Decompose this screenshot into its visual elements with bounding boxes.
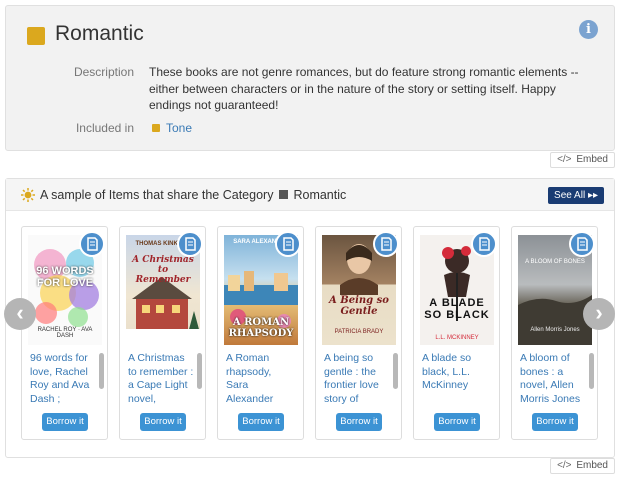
book-format-icon [569,231,595,257]
borrow-button[interactable]: Borrow it [336,413,382,431]
item-title[interactable]: A being so gentle : the frontier love st… [324,352,392,406]
item-title[interactable]: 96 words for love, Rachel Roy and Ava Da… [30,352,98,406]
item-title[interactable]: A Christmas to remember : a Cape Light n… [128,352,196,406]
code-icon: </> [557,460,572,471]
item-card[interactable]: THOMAS KINKADE A Christmas to Remember A… [119,226,206,440]
code-icon: </> [557,154,572,165]
scrollbar[interactable] [393,353,398,389]
category-panel: Romantic i Description These books are n… [5,5,615,151]
carousel-prev-button[interactable]: ‹ [4,298,36,330]
embed-label: Embed [576,460,608,471]
borrow-button[interactable]: Borrow it [140,413,186,431]
item-card[interactable]: A BLADE SO BLACK L.L. MCKINNEY A blade s… [413,226,500,440]
sample-header: A sample of Items that share the Categor… [6,179,614,211]
see-all-button[interactable]: See All ▸▸ [548,187,604,204]
item-card[interactable]: A BLOOM OF BONES Allen Morris Jones A bl… [511,226,598,440]
book-format-icon [79,231,105,257]
cover-title: A Being so Gentle [329,295,389,317]
sample-title-text: A sample of Items that share the Categor… [40,188,274,202]
cover-title: A ROMAN RHAPSODY [228,317,294,339]
scrollbar[interactable] [197,353,202,389]
info-icon[interactable]: i [579,20,598,39]
cover-title: A Christmas to Remember [132,255,194,285]
sample-category-name: Romantic [293,188,347,202]
scrollbar[interactable] [99,353,104,389]
category-square-icon [279,190,289,199]
book-format-icon [373,231,399,257]
cover-title: 96 WORDS FOR LOVE [36,265,94,289]
item-title[interactable]: A bloom of bones : a novel, Allen Morris… [520,352,588,406]
book-format-icon [471,231,497,257]
chevron-right-icon: › [595,300,603,325]
description-label: Description [73,65,134,79]
book-format-icon [177,231,203,257]
item-card[interactable]: A Being so Gentle PATRICIA BRADY A being… [315,226,402,440]
embed-button[interactable]: </> Embed [550,152,615,168]
chevron-left-icon: ‹ [16,300,24,325]
cover-author: RACHEL ROY · AVA DASH [37,327,93,339]
scrollbar[interactable] [589,353,594,389]
embed-button[interactable]: </> Embed [550,458,615,474]
category-color-swatch [27,27,45,45]
cover-author: Allen Morris Jones [530,327,580,333]
sample-title: A sample of Items that share the Categor… [40,188,346,202]
included-in-label: Included in [75,121,134,135]
embed-label: Embed [576,154,608,165]
book-format-icon [275,231,301,257]
carousel-next-button[interactable]: › [583,298,615,330]
cover-author: PATRICIA BRADY [334,329,384,335]
borrow-button[interactable]: Borrow it [532,413,578,431]
item-card[interactable]: SARA ALEXANDER A ROMAN RHAPSODY A Roman … [217,226,304,440]
borrow-button[interactable]: Borrow it [42,413,88,431]
item-card[interactable]: 96 WORDS FOR LOVE RACHEL ROY · AVA DASH … [21,226,108,440]
tone-color-swatch [152,124,160,132]
see-all-label: See All [554,190,586,201]
sun-icon [21,188,35,202]
item-title[interactable]: A blade so black, L.L. McKinney [422,352,490,406]
cover-title: A BLOOM OF BONES [525,259,585,265]
double-chevron-right-icon: ▸▸ [587,190,598,201]
borrow-button[interactable]: Borrow it [434,413,480,431]
category-description: These books are not genre romances, but … [149,65,579,112]
item-title[interactable]: A Roman rhapsody, Sara Alexander [226,352,294,406]
borrow-button[interactable]: Borrow it [238,413,284,431]
cover-title: A BLADE SO BLACK [424,297,490,321]
tone-link[interactable]: Tone [166,121,192,135]
category-title: Romantic [55,22,144,45]
cover-author: L.L. MCKINNEY [435,335,479,341]
